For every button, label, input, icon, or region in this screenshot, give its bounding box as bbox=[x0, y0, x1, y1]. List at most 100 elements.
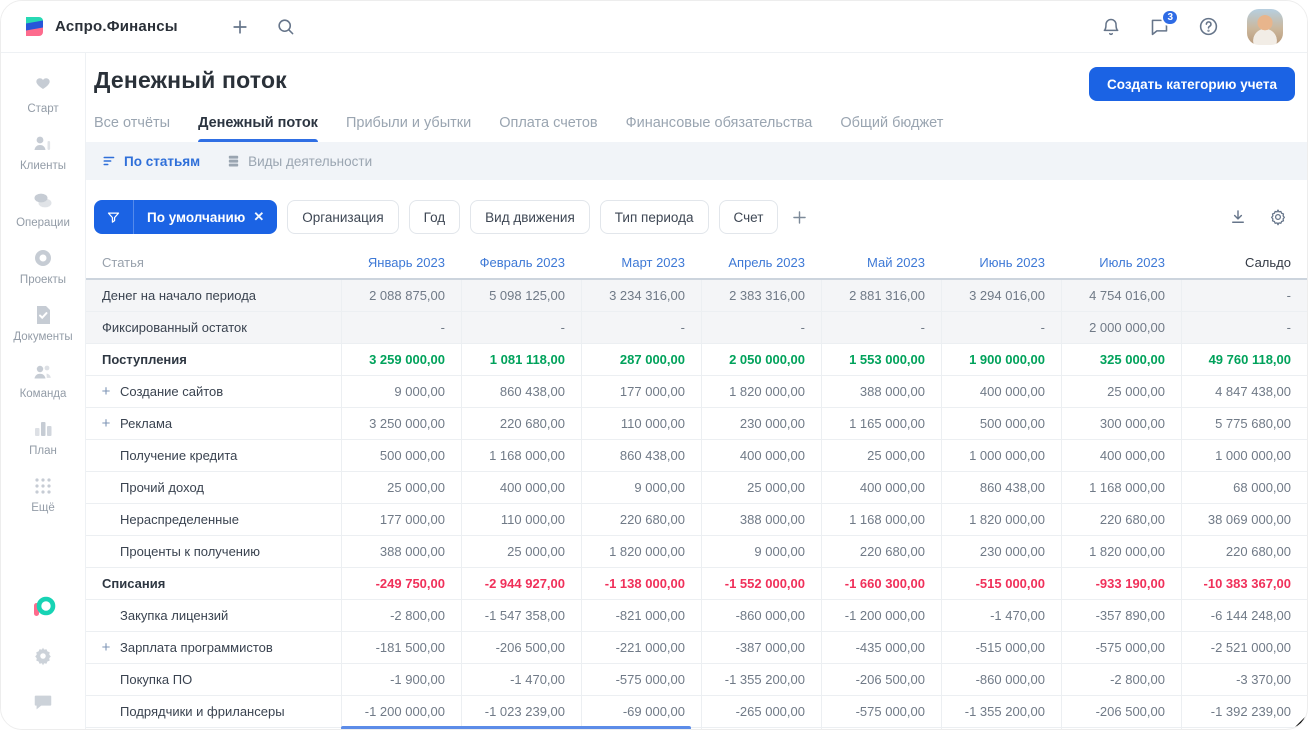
cashflow-table: Статья Январь 2023 Февраль 2023 Март 2023 Ап… bbox=[86, 246, 1307, 729]
month-value-cell: 400 000,00 bbox=[1061, 440, 1181, 471]
column-header-5[interactable]: Май 2023 bbox=[821, 246, 941, 278]
table-row-10[interactable]: Списания -249 750,00 -2 944 927,00 -1 138 0… bbox=[86, 568, 1307, 600]
month-value-cell: -2 944 927,00 bbox=[461, 568, 581, 599]
aspro-apps-button[interactable] bbox=[30, 595, 56, 621]
subtab-1[interactable]: По статьям bbox=[102, 154, 200, 169]
saldo-value-cell: -10 383 367,00 bbox=[1181, 568, 1307, 599]
plan-icon bbox=[31, 417, 55, 441]
table-row-2[interactable]: Фиксированный остаток - - - - - -2 000 000,00- bbox=[86, 312, 1307, 344]
table-row-11[interactable]: Закупка лицензий -2 800,00 -1 547 358,00 -8… bbox=[86, 600, 1307, 632]
month-value-cell: -2 800,00 bbox=[1061, 664, 1181, 695]
column-header-1[interactable]: Январь 2023 bbox=[341, 246, 461, 278]
settings-button[interactable] bbox=[32, 645, 54, 667]
quick-add-button[interactable] bbox=[230, 17, 250, 37]
column-header-6[interactable]: Июнь 2023 bbox=[941, 246, 1061, 278]
sidebar-item-label: План bbox=[29, 445, 57, 457]
sidebar-item-2[interactable]: Клиенты bbox=[1, 124, 85, 181]
table-row-9[interactable]: Проценты к получению 388 000,00 25 000,00 1… bbox=[86, 536, 1307, 568]
table-row-7[interactable]: Прочий доход 25 000,00 400 000,00 9 000,00 2… bbox=[86, 472, 1307, 504]
saldo-value-cell: -1 392 239,00 bbox=[1181, 696, 1307, 727]
month-value-cell: -575 000,00 bbox=[581, 664, 701, 695]
month-value-cell: -515 000,00 bbox=[941, 632, 1061, 663]
horizontal-scrollbar[interactable] bbox=[341, 726, 691, 729]
month-value-cell: 177 000,00 bbox=[341, 504, 461, 535]
filter-chip-1[interactable]: Организация bbox=[287, 200, 399, 234]
month-value-cell: 300 000,00 bbox=[1061, 408, 1181, 439]
month-value-cell: 2 000 000,00 bbox=[1061, 312, 1181, 343]
messages-button[interactable]: 3 bbox=[1149, 9, 1179, 37]
table-row-1[interactable]: Денег на начало периода 2 088 875,00 5 098… bbox=[86, 280, 1307, 312]
filter-chip-2[interactable]: Год bbox=[408, 200, 461, 234]
tab-2[interactable]: Денежный поток bbox=[198, 115, 318, 142]
help-button[interactable] bbox=[1198, 16, 1219, 37]
month-value-cell: -575 000,00 bbox=[1061, 632, 1181, 663]
month-value-cell: -821 000,00 bbox=[581, 600, 701, 631]
table-row-13[interactable]: Покупка ПО -1 900,00 -1 470,00 -575 000,00-… bbox=[86, 664, 1307, 696]
sidebar-item-7[interactable]: План bbox=[1, 409, 85, 466]
month-value-cell: 3 250 000,00 bbox=[341, 408, 461, 439]
column-header-2[interactable]: Февраль 2023 bbox=[461, 246, 581, 278]
report-tabs: Все отчёты Денежный поток Прибыли и убытки… bbox=[94, 115, 1295, 142]
row-label: Получение кредита bbox=[120, 448, 238, 463]
sidebar-item-6[interactable]: Команда bbox=[1, 352, 85, 409]
sidebar-item-label: Старт bbox=[27, 103, 59, 115]
column-header-8[interactable]: Сальдо bbox=[1181, 246, 1307, 278]
search-button[interactable] bbox=[276, 17, 295, 36]
month-value-cell: -357 890,00 bbox=[1061, 600, 1181, 631]
row-label-cell: Подрядчики и фрилансеры bbox=[86, 696, 341, 727]
column-header-7[interactable]: Июль 2023 bbox=[1061, 246, 1181, 278]
subtab-2[interactable]: Виды деятельности bbox=[226, 154, 372, 169]
filter-chip-4[interactable]: Тип периода bbox=[599, 200, 709, 234]
expand-row-icon[interactable]: + bbox=[100, 639, 112, 656]
table-row-14[interactable]: Подрядчики и фрилансеры -1 200 000,00 -1 0… bbox=[86, 696, 1307, 728]
tab-4[interactable]: Оплата счетов bbox=[499, 115, 597, 142]
expand-row-icon[interactable]: + bbox=[100, 383, 112, 400]
remove-filter-icon[interactable]: ✕ bbox=[253, 209, 264, 225]
filter-chip-5[interactable]: Счет bbox=[718, 200, 779, 234]
column-header-3[interactable]: Март 2023 bbox=[581, 246, 701, 278]
tab-6[interactable]: Общий бюджет bbox=[840, 115, 943, 142]
saldo-value-cell: 5 775 680,00 bbox=[1181, 408, 1307, 439]
table-row-12[interactable]: + Зарплата программистов -181 500,00 -206 5… bbox=[86, 632, 1307, 664]
sidebar-item-3[interactable]: Операции bbox=[1, 181, 85, 238]
add-filter-button[interactable] bbox=[790, 208, 809, 227]
subtab-label: По статьям bbox=[124, 153, 201, 169]
operations-icon bbox=[31, 189, 55, 213]
table-settings-button[interactable] bbox=[1269, 208, 1287, 226]
sidebar-item-8[interactable]: Ещё bbox=[1, 466, 85, 523]
saldo-value-cell: - bbox=[1181, 312, 1307, 343]
table-row-5[interactable]: + Реклама 3 250 000,00 220 680,00 110 000,00… bbox=[86, 408, 1307, 440]
column-header-4[interactable]: Апрель 2023 bbox=[701, 246, 821, 278]
sidebar-item-5[interactable]: Документы bbox=[1, 295, 85, 352]
start-icon bbox=[31, 75, 55, 99]
default-filter-chip[interactable]: По умолчанию ✕ bbox=[94, 200, 278, 234]
saldo-value-cell: 220 680,00 bbox=[1181, 536, 1307, 567]
month-value-cell: -1 552 000,00 bbox=[701, 568, 821, 599]
table-row-6[interactable]: Получение кредита 500 000,00 1 168 000,00 8… bbox=[86, 440, 1307, 472]
tab-5[interactable]: Финансовые обязательства bbox=[626, 115, 813, 142]
month-value-cell: 3 259 000,00 bbox=[341, 344, 461, 375]
sidebar-item-1[interactable]: Старт bbox=[1, 67, 85, 124]
month-value-cell: 1 820 000,00 bbox=[941, 504, 1061, 535]
notifications-button[interactable] bbox=[1101, 17, 1121, 37]
table-row-8[interactable]: Нераспределенные 177 000,00 110 000,00 220 … bbox=[86, 504, 1307, 536]
month-value-cell: - bbox=[701, 312, 821, 343]
expand-row-icon[interactable]: + bbox=[100, 415, 112, 432]
month-value-cell: -933 190,00 bbox=[1061, 568, 1181, 599]
user-avatar[interactable] bbox=[1247, 8, 1283, 45]
month-value-cell: 1 820 000,00 bbox=[581, 536, 701, 567]
sidebar-item-4[interactable]: Проекты bbox=[1, 238, 85, 295]
table-row-3[interactable]: Поступления 3 259 000,00 1 081 118,00 287 0… bbox=[86, 344, 1307, 376]
export-button[interactable] bbox=[1229, 208, 1247, 226]
month-value-cell: 3 234 316,00 bbox=[581, 280, 701, 311]
brand[interactable]: Аспро.Финансы bbox=[23, 15, 178, 38]
filter-chip-3[interactable]: Вид движения bbox=[470, 200, 590, 234]
month-value-cell: -249 750,00 bbox=[341, 568, 461, 599]
funnel-icon[interactable] bbox=[94, 200, 134, 234]
tab-3[interactable]: Прибыли и убытки bbox=[346, 115, 471, 142]
create-category-button[interactable]: Создать категорию учета bbox=[1089, 67, 1295, 101]
tab-1[interactable]: Все отчёты bbox=[94, 115, 170, 142]
support-chat-button[interactable] bbox=[32, 691, 54, 713]
team-icon bbox=[31, 360, 55, 384]
table-row-4[interactable]: + Создание сайтов 9 000,00 860 438,00 177 00… bbox=[86, 376, 1307, 408]
